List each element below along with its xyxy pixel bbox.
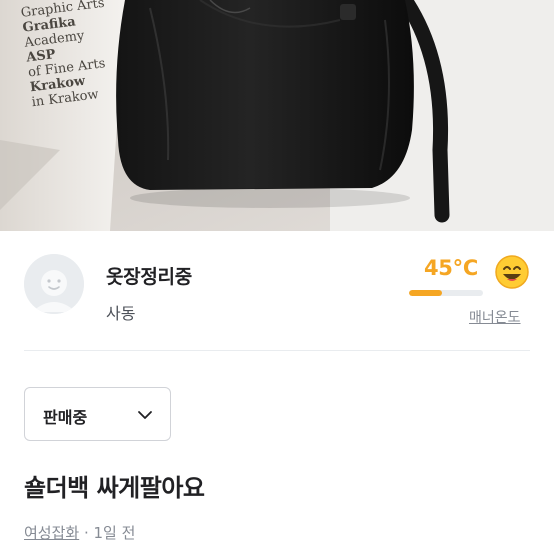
manner-temperature-bar — [409, 290, 483, 296]
manner-temperature: 45°C — [424, 256, 478, 280]
profile-divider — [24, 350, 530, 351]
seller-region: 사동 — [106, 304, 136, 323]
seller-nickname[interactable]: 옷장정리중 — [106, 262, 192, 289]
default-profile-avatar-icon — [24, 254, 84, 314]
post-title: 숄더백 싸게팔아요 — [24, 474, 205, 502]
manner-temperature-link[interactable]: 매너온도 — [469, 307, 521, 327]
sale-status-selected: 판매중 — [43, 408, 88, 427]
sale-status-dropdown[interactable]: 판매중 — [24, 387, 171, 441]
post-time: 1일 전 — [93, 524, 136, 542]
avatar[interactable] — [24, 254, 84, 314]
manner-temperature-bar-fill — [409, 290, 443, 296]
poster-text: Graphic Arts Grafika Academy ASP of Fine… — [20, 0, 116, 110]
post-category-link[interactable]: 여성잡화 — [24, 524, 79, 542]
product-photo[interactable]: Graphic Arts Grafika Academy ASP of Fine… — [0, 0, 554, 231]
smiling-face-emoji-icon — [494, 254, 530, 290]
post-meta: 여성잡화 · 1일 전 — [24, 522, 135, 543]
chevron-down-icon — [137, 407, 153, 427]
meta-separator: · — [79, 524, 94, 542]
